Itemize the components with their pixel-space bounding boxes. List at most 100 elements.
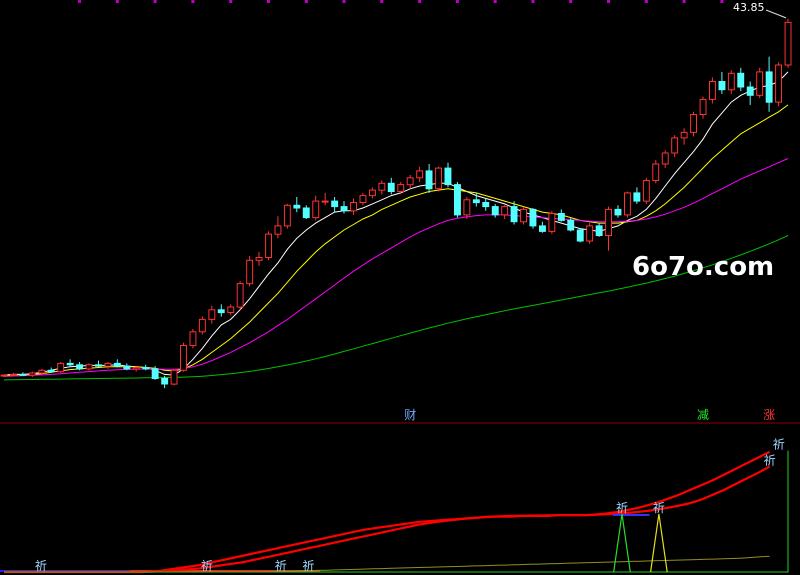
stock-chart[interactable]: 43.85 财减涨 祈祈祈祈祈 祈祈祈 6o7o.com	[0, 0, 800, 575]
watermark: 6o7o.com	[632, 252, 774, 282]
candle	[709, 77, 716, 104]
candle	[85, 363, 93, 371]
candle-body-up	[784, 21, 792, 66]
top-tick-mark	[115, 0, 119, 3]
candle	[548, 210, 556, 235]
candle	[642, 177, 650, 204]
candle	[170, 368, 178, 386]
top-tick-mark	[531, 0, 535, 3]
candle-body-down	[482, 202, 490, 208]
candle-body-up	[132, 367, 140, 370]
candle-body-up	[265, 233, 273, 259]
top-tick-mark	[607, 0, 610, 3]
candle-body-down	[217, 309, 225, 314]
candle-body-up	[680, 131, 688, 139]
top-tick-mark	[153, 0, 157, 3]
candle	[435, 166, 443, 192]
candle-body-down	[595, 225, 603, 236]
top-tick-mark	[569, 0, 573, 3]
price-label: 43.85	[733, 1, 765, 14]
candle-body-up	[690, 114, 697, 133]
top-tick-mark	[720, 0, 724, 3]
candle-body-up	[727, 72, 735, 91]
chart-background	[0, 0, 800, 575]
candle-body-down	[123, 365, 131, 370]
candle-body-down	[529, 208, 537, 227]
candle-body-up	[255, 257, 263, 261]
candle	[57, 362, 65, 373]
candle-body-down	[302, 207, 310, 219]
top-tick-mark	[493, 0, 497, 3]
candle-body-up	[0, 374, 8, 377]
candle-body-up	[775, 64, 782, 103]
candle-body-up	[699, 98, 707, 116]
top-tick-mark	[78, 0, 82, 3]
signal-label: 祈	[275, 559, 287, 573]
candle-body-down	[718, 81, 726, 91]
candle	[198, 316, 206, 335]
signal-label: 祈	[201, 559, 213, 573]
candle-body-up	[283, 204, 291, 227]
top-tick-mark	[455, 0, 459, 3]
candle	[236, 280, 244, 310]
top-tick-mark	[229, 0, 233, 3]
candle-body-up	[624, 192, 631, 216]
candle-body-up	[38, 369, 46, 374]
candle	[784, 18, 792, 68]
top-tick-mark	[644, 0, 648, 3]
candle-body-up	[605, 208, 612, 236]
candle-body-up	[28, 372, 36, 376]
candle-body-up	[359, 195, 367, 204]
candle-body-down	[151, 368, 159, 379]
candle	[265, 231, 273, 261]
candle-body-down	[331, 200, 339, 208]
candle-body-up	[416, 170, 424, 179]
signal-label: 祈	[302, 559, 314, 573]
candle-body-up	[312, 200, 320, 219]
signal-label: 祈	[616, 501, 628, 515]
top-tick-mark	[380, 0, 384, 3]
candle-body-down	[614, 208, 622, 216]
signal-label: 祈	[35, 559, 47, 573]
candle-body-up	[756, 71, 764, 96]
candle-body-down	[765, 71, 773, 103]
candle-body-down	[113, 362, 121, 367]
candle-body-up	[652, 163, 660, 181]
candle-body-up	[208, 309, 216, 320]
candle	[189, 329, 197, 349]
candle-body-down	[539, 225, 546, 232]
candle	[454, 181, 461, 218]
candle-body-up	[548, 213, 556, 232]
candle-body-down	[510, 206, 518, 223]
candle-body-down	[19, 373, 27, 376]
candle	[246, 256, 254, 287]
candle-body-up	[104, 362, 112, 367]
candle-body-up	[198, 318, 206, 333]
candle	[624, 191, 631, 218]
candle-body-up	[671, 137, 679, 154]
candle-body-down	[76, 364, 83, 370]
candle-body-up	[189, 331, 197, 347]
candle-body-down	[746, 86, 754, 96]
marker-label: 减	[697, 408, 709, 422]
candle-body-down	[142, 367, 150, 370]
candle-body-up	[274, 225, 282, 235]
signal-label: 祈	[764, 453, 776, 467]
top-tick-mark	[267, 0, 270, 3]
candle-body-down	[567, 219, 575, 231]
candle-body-down	[444, 167, 452, 186]
candle-body-down	[293, 204, 301, 209]
candle	[576, 228, 584, 243]
candle-body-down	[491, 206, 499, 216]
candle-body-up	[586, 225, 594, 242]
candle-body-up	[406, 177, 414, 186]
candle-body-up	[85, 364, 93, 370]
candle-body-down	[161, 378, 169, 385]
signal-label: 祈	[653, 501, 665, 515]
candle-body-up	[57, 362, 65, 373]
candle-body-up	[180, 345, 187, 371]
top-tick-mark	[682, 0, 686, 3]
candle-body-down	[576, 229, 584, 242]
candle	[180, 342, 187, 372]
top-tick-mark	[304, 0, 308, 3]
